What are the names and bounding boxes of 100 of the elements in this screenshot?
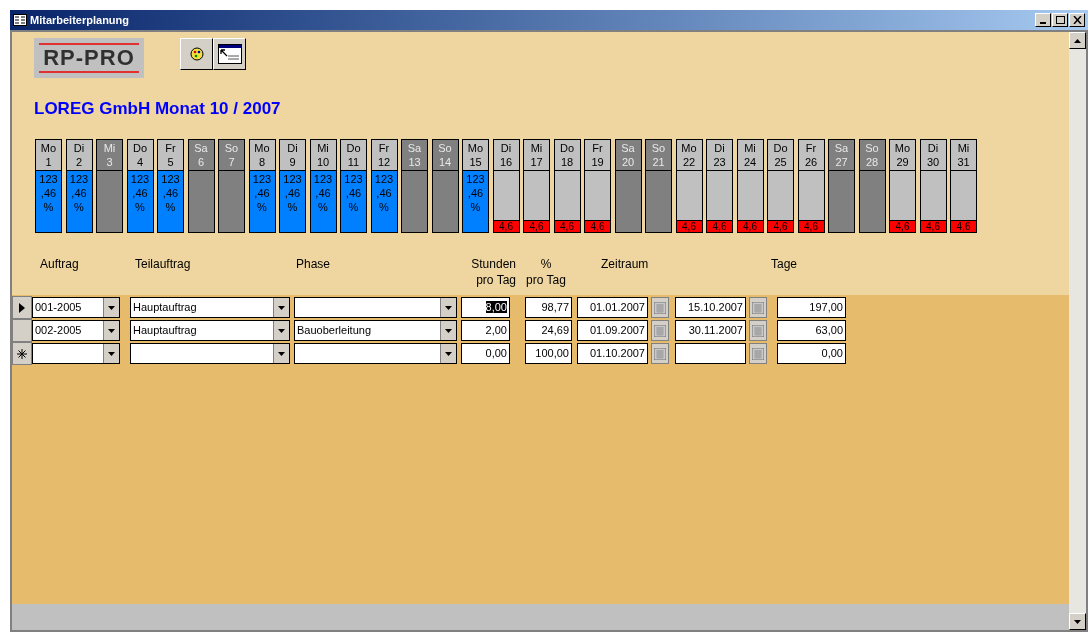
- day-number: 29: [896, 154, 909, 169]
- load-value: 123: [374, 171, 394, 186]
- percent-field[interactable]: 98,77: [525, 297, 572, 318]
- load-value: %: [135, 199, 145, 214]
- load-value: %: [348, 199, 359, 214]
- order-combo[interactable]: 001-2005: [32, 297, 120, 318]
- suborder-combo[interactable]: Hauptauftrag: [130, 320, 290, 341]
- load-value: %: [43, 199, 54, 214]
- window-cursor-icon: [217, 44, 242, 64]
- hours-field[interactable]: 0,00: [461, 343, 510, 364]
- day-number: 26: [804, 154, 818, 169]
- record-selector[interactable]: [12, 342, 32, 365]
- days-field[interactable]: 0,00: [777, 343, 846, 364]
- close-button[interactable]: [1069, 13, 1085, 27]
- maximize-button[interactable]: [1052, 13, 1068, 27]
- day-number: 9: [289, 154, 296, 169]
- day-number: 10: [316, 154, 330, 169]
- calendar-button[interactable]: [749, 343, 767, 364]
- load-value: ,46: [162, 185, 179, 200]
- load-value: 4,6: [590, 220, 605, 232]
- load-value: 4,6: [499, 220, 513, 232]
- caret-icon: [108, 305, 115, 310]
- record-selector[interactable]: [12, 296, 32, 319]
- weekday-label: Sa: [407, 140, 422, 155]
- suborder-combo[interactable]: Hauptauftrag: [130, 297, 290, 318]
- weekday-label: Do: [773, 140, 788, 155]
- dropdown-button[interactable]: [273, 321, 289, 340]
- dropdown-button[interactable]: [273, 344, 289, 363]
- calendar-button[interactable]: [651, 320, 669, 341]
- phase-combo[interactable]: Bauoberleitung: [294, 320, 457, 341]
- hours-field[interactable]: 2,00: [461, 320, 510, 341]
- load-value: 4,6: [682, 220, 696, 232]
- dropdown-button[interactable]: [440, 344, 456, 363]
- start-date-field[interactable]: 01.01.2007: [577, 297, 648, 318]
- down-arrow-icon: [1074, 619, 1081, 624]
- load-value: 123: [252, 171, 272, 186]
- dropdown-button[interactable]: [440, 298, 456, 317]
- column-header: % pro Tag: [525, 255, 567, 288]
- dropdown-button[interactable]: [103, 298, 119, 317]
- load-value: ,46: [467, 185, 484, 200]
- weekday-label: Mo: [254, 140, 270, 155]
- weekday-label: Di: [500, 140, 512, 155]
- order-combo[interactable]: [32, 343, 120, 364]
- load-value: %: [165, 199, 176, 214]
- toolbar-button[interactable]: [180, 38, 213, 70]
- days-field[interactable]: 63,00: [777, 320, 846, 341]
- day-number: 28: [865, 154, 879, 169]
- start-date-field[interactable]: 01.09.2007: [577, 320, 648, 341]
- day-number: 13: [408, 154, 421, 169]
- order-combo[interactable]: 002-2005: [32, 320, 120, 341]
- load-value: 123: [130, 171, 150, 186]
- load-value: 123: [39, 171, 58, 186]
- day-number: 19: [591, 154, 604, 169]
- percent-field[interactable]: 24,69: [525, 320, 572, 341]
- dropdown-button[interactable]: [103, 344, 119, 363]
- day-number: 12: [377, 154, 391, 169]
- scroll-up-button[interactable]: [1069, 32, 1086, 49]
- calendar-button[interactable]: [651, 343, 669, 364]
- weekday-label: Di: [927, 140, 939, 155]
- dropdown-button[interactable]: [440, 321, 456, 340]
- day-number: 23: [713, 154, 726, 169]
- suborder-combo[interactable]: [130, 343, 290, 364]
- weekday-label: So: [438, 140, 452, 155]
- phase-combo[interactable]: [294, 343, 457, 364]
- load-value: 4,6: [773, 220, 788, 232]
- minimize-button[interactable]: [1035, 13, 1051, 27]
- dropdown-button[interactable]: [103, 321, 119, 340]
- day-number: 18: [560, 154, 574, 169]
- load-value: ,46: [315, 185, 331, 200]
- end-date-field[interactable]: 15.10.2007: [675, 297, 746, 318]
- phase-combo[interactable]: [294, 297, 457, 318]
- toolbar-button[interactable]: [213, 38, 246, 70]
- calendar-button[interactable]: [651, 297, 669, 318]
- weekday-label: Do: [346, 140, 361, 155]
- weekday-label: Mo: [467, 140, 484, 155]
- column-header: Teilauftrag: [135, 255, 192, 273]
- column-header: Stunden pro Tag: [470, 255, 516, 288]
- load-value: 123: [161, 171, 180, 186]
- day-number: 30: [926, 154, 940, 169]
- dropdown-button[interactable]: [273, 298, 289, 317]
- up-arrow-icon: [1074, 38, 1081, 43]
- load-value: 4,6: [895, 220, 910, 232]
- end-date-field[interactable]: 30.11.2007: [675, 320, 746, 341]
- calendar-button[interactable]: [749, 297, 767, 318]
- scroll-down-button[interactable]: [1069, 613, 1086, 630]
- days-field[interactable]: 197,00: [777, 297, 846, 318]
- weekday-label: Fr: [165, 140, 176, 155]
- end-date-field[interactable]: [675, 343, 746, 364]
- weekday-label: Di: [287, 140, 298, 155]
- new-record-icon: [17, 348, 27, 359]
- weekday-label: Mo: [40, 140, 57, 155]
- load-value: 4,6: [926, 220, 940, 232]
- load-value: 123: [344, 171, 363, 186]
- vertical-scrollbar[interactable]: [1069, 32, 1086, 630]
- calendar-icon: [752, 324, 764, 337]
- calendar-icon: [654, 347, 666, 360]
- start-date-field[interactable]: 01.10.2007: [577, 343, 648, 364]
- hours-field[interactable]: 8,00: [461, 297, 510, 318]
- percent-field[interactable]: 100,00: [525, 343, 572, 364]
- calendar-button[interactable]: [749, 320, 767, 341]
